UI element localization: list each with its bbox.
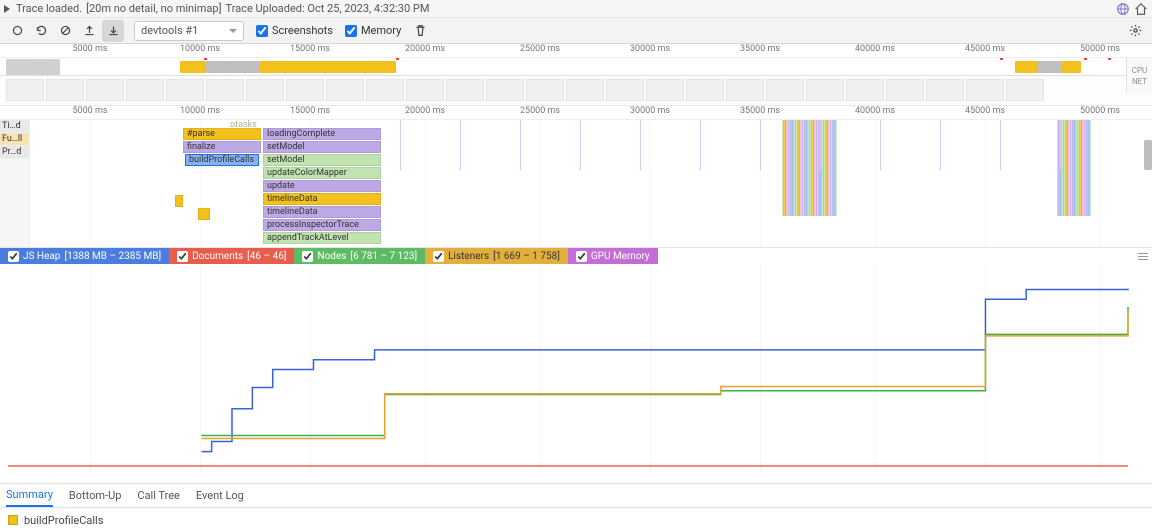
screenshot-thumb[interactable] [126, 79, 164, 101]
home-icon[interactable] [1134, 2, 1148, 16]
screenshot-thumb[interactable] [646, 79, 684, 101]
screenshot-thumb[interactable] [86, 79, 124, 101]
tab-call-tree[interactable]: Call Tree [137, 485, 179, 506]
session-label: devtools #1 [141, 24, 198, 37]
screenshots-row[interactable] [0, 76, 1152, 106]
flame-block[interactable]: updateColorMapper [263, 167, 381, 179]
flame-block[interactable]: #parse [183, 128, 261, 140]
flame-block[interactable]: loadingComplete [263, 128, 381, 140]
screenshot-thumb[interactable] [846, 79, 884, 101]
timeline-ruler-overview[interactable]: 5000 ms10000 ms15000 ms20000 ms25000 ms3… [0, 44, 1152, 58]
flame-block[interactable]: finalize [183, 141, 261, 153]
flame-chart[interactable]: Ti…dFu…llPr…d otasks #parseloadingComple… [0, 120, 1152, 248]
legend-nodes[interactable]: Nodes[6 781 – 7 123] [294, 248, 425, 264]
screenshot-thumb[interactable] [766, 79, 804, 101]
screenshot-thumb[interactable] [606, 79, 644, 101]
flame-block[interactable]: buildProfileCalls [185, 154, 259, 166]
flame-block[interactable]: timelineData [263, 193, 381, 205]
screenshot-thumb[interactable] [6, 79, 44, 101]
screenshot-thumb[interactable] [166, 79, 204, 101]
resume-button[interactable] [4, 5, 10, 13]
screenshot-thumb[interactable] [406, 79, 444, 101]
screenshot-thumb[interactable] [286, 79, 324, 101]
screenshot-thumb[interactable] [886, 79, 924, 101]
track-label[interactable]: Ti…d [0, 120, 29, 133]
flame-block[interactable]: update [263, 180, 381, 192]
screenshot-thumb[interactable] [446, 79, 484, 101]
event-color-swatch [8, 515, 18, 525]
screenshot-thumb[interactable] [326, 79, 364, 101]
memory-legend: JS Heap[1388 MB – 2385 MB] Documents[46 … [0, 248, 1152, 264]
garbage-collect-button[interactable] [409, 20, 431, 42]
track-label[interactable]: Fu…ll [0, 133, 29, 146]
tab-event-log[interactable]: Event Log [196, 485, 244, 506]
tab-summary[interactable]: Summary [6, 484, 53, 507]
tab-bottom-up[interactable]: Bottom-Up [69, 485, 122, 506]
flame-block[interactable]: processInspectorTrace [263, 219, 381, 231]
screenshot-thumb[interactable] [486, 79, 524, 101]
flame-scrollbar[interactable] [1144, 140, 1152, 170]
trace-status: Trace loaded. [16, 2, 82, 15]
timeline-ruler-detail[interactable]: 5000 ms10000 ms15000 ms20000 ms25000 ms3… [0, 106, 1152, 120]
screenshot-thumb[interactable] [526, 79, 564, 101]
memory-checkbox[interactable]: Memory [345, 24, 401, 37]
reload-button[interactable] [30, 20, 52, 42]
chevron-down-icon [229, 29, 237, 33]
screenshots-checkbox[interactable]: Screenshots [256, 24, 333, 37]
screenshot-thumb[interactable] [566, 79, 604, 101]
download-button[interactable] [102, 20, 124, 42]
memory-chart[interactable] [0, 264, 1152, 484]
legend-gpu-memory[interactable]: GPU Memory [568, 248, 658, 264]
clear-button[interactable] [54, 20, 76, 42]
memory-legend-menu-icon[interactable] [1134, 253, 1152, 260]
screenshot-thumb[interactable] [926, 79, 964, 101]
flame-block[interactable]: setModel [263, 154, 381, 166]
legend-listeners[interactable]: Listeners[1 669 – 1 758] [425, 248, 568, 264]
record-button[interactable] [6, 20, 28, 42]
screenshot-thumb[interactable] [1006, 79, 1044, 101]
settings-button[interactable] [1124, 20, 1146, 42]
trace-hint: [20m no detail, no minimap] [86, 2, 221, 15]
legend-documents[interactable]: Documents[46 – 46] [169, 248, 294, 264]
track-label[interactable]: Pr…d [0, 146, 29, 159]
globe-icon[interactable] [1116, 2, 1130, 16]
trace-uploaded: Trace Uploaded: Oct 25, 2023, 4:32:30 PM [226, 2, 430, 15]
screenshot-thumb[interactable] [726, 79, 764, 101]
screenshot-thumb[interactable] [806, 79, 844, 101]
flame-block[interactable]: setModel [263, 141, 381, 153]
selected-event-detail: buildProfileCalls [0, 508, 1152, 532]
event-name: buildProfileCalls [24, 514, 103, 527]
details-tabs: Summary Bottom-Up Call Tree Event Log [0, 484, 1152, 508]
overview-side-labels: CPUNET [1126, 58, 1152, 94]
flame-block[interactable]: timelineData [263, 206, 381, 218]
overview-strip[interactable]: CPUNET [0, 58, 1152, 76]
screenshot-thumb[interactable] [206, 79, 244, 101]
screenshot-thumb[interactable] [46, 79, 84, 101]
flame-block[interactable]: appendTrackAtLevel [263, 232, 381, 244]
session-select[interactable]: devtools #1 [134, 21, 244, 41]
screenshot-thumb[interactable] [686, 79, 724, 101]
legend-js-heap[interactable]: JS Heap[1388 MB – 2385 MB] [0, 248, 169, 264]
screenshot-thumb[interactable] [366, 79, 404, 101]
upload-button[interactable] [78, 20, 100, 42]
screenshot-thumb[interactable] [246, 79, 284, 101]
screenshot-thumb[interactable] [966, 79, 1004, 101]
